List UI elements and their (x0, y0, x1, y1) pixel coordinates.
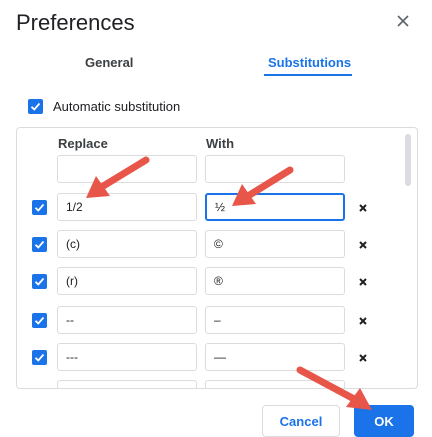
row-checkbox[interactable] (32, 350, 47, 365)
row-checkbox[interactable] (32, 274, 47, 289)
with-field[interactable]: — (205, 343, 345, 371)
with-field[interactable]: ® (205, 267, 345, 295)
with-field-partial[interactable] (205, 380, 345, 388)
delete-row-x-icon[interactable] (357, 202, 369, 214)
delete-row-x-icon[interactable] (357, 352, 369, 364)
tab-selected-underline (264, 74, 352, 76)
table-scrollbar[interactable] (405, 134, 411, 186)
with-field[interactable]: – (205, 306, 345, 334)
replace-field[interactable]: -- (57, 306, 197, 334)
delete-row-x-icon[interactable] (357, 239, 369, 251)
automatic-substitution-checkbox[interactable] (28, 98, 43, 114)
automatic-substitution-row[interactable]: Automatic substitution (28, 96, 180, 116)
replace-field[interactable]: (c) (57, 230, 197, 258)
replace-field[interactable]: 1/2 (57, 193, 197, 221)
tab-substitutions[interactable]: Substitutions (268, 55, 351, 70)
ok-button[interactable]: OK (354, 405, 414, 437)
row-checkbox[interactable] (32, 313, 47, 328)
automatic-substitution-label: Automatic substitution (53, 98, 181, 114)
tab-general[interactable]: General (85, 55, 133, 70)
checkmark-icon (30, 102, 41, 111)
replace-field[interactable]: --- (57, 343, 197, 371)
close-icon[interactable] (394, 12, 412, 30)
cancel-button[interactable]: Cancel (262, 405, 340, 437)
with-field[interactable]: © (205, 230, 345, 258)
checkmark-icon (34, 203, 45, 212)
replace-column-header: Replace (58, 136, 108, 151)
checkmark-icon (34, 277, 45, 286)
with-field-active[interactable]: ½ (205, 193, 345, 221)
new-replace-field[interactable] (57, 155, 197, 183)
row-checkbox[interactable] (32, 237, 47, 252)
checkmark-icon (34, 316, 45, 325)
row-checkbox[interactable] (32, 200, 47, 215)
new-with-field[interactable] (205, 155, 345, 183)
with-column-header: With (206, 136, 235, 151)
delete-row-x-icon[interactable] (357, 315, 369, 327)
replace-field[interactable]: (r) (57, 267, 197, 295)
substitution-table: Replace With 1/2 ½ (c) © (r) ® -- – --- … (16, 127, 418, 389)
checkmark-icon (34, 353, 45, 362)
replace-field-partial[interactable] (57, 380, 197, 388)
checkmark-icon (34, 240, 45, 249)
delete-row-x-icon[interactable] (357, 276, 369, 288)
dialog-title: Preferences (16, 10, 135, 35)
